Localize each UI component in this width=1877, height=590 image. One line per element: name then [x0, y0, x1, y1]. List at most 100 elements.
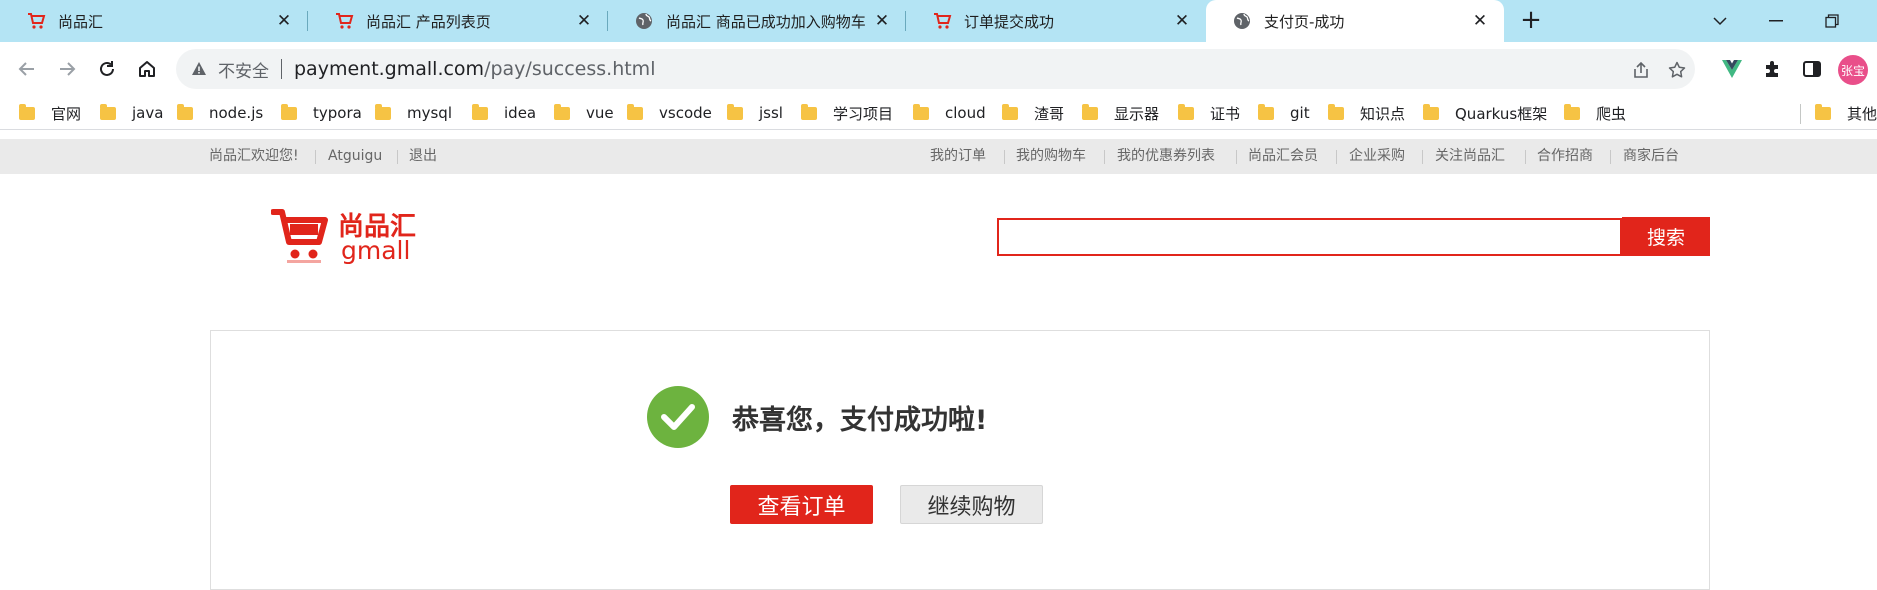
bookmark-folder[interactable]: jssl — [727, 100, 783, 126]
folder-icon — [1178, 103, 1194, 120]
star-icon[interactable] — [1666, 59, 1688, 81]
tab-title: 尚品汇 产品列表页 — [366, 12, 491, 31]
follow-link[interactable]: 关注尚品汇 — [1435, 139, 1505, 174]
bookmarks-bar: 官网 java node.js typora mysql idea vue vs… — [0, 96, 1877, 130]
divider — [281, 59, 282, 79]
logout-link[interactable]: 退出 — [409, 139, 437, 174]
bookmark-label: 官网 — [51, 104, 82, 123]
site-logo[interactable]: 尚品汇 gmall — [271, 206, 421, 266]
divider — [1236, 150, 1237, 164]
globe-icon — [634, 11, 654, 31]
check-icon — [647, 386, 709, 448]
bookmark-label: 渣哥 — [1034, 104, 1065, 123]
tab-shangpinhui[interactable]: 尚品汇 ✕ — [0, 0, 308, 42]
divider — [1004, 150, 1005, 164]
close-icon[interactable]: ✕ — [272, 9, 296, 33]
bookmark-label: idea — [504, 104, 537, 122]
bookmark-folder[interactable]: 学习项目 — [801, 100, 893, 126]
search-input[interactable] — [997, 218, 1622, 256]
my-coupons-link[interactable]: 我的优惠券列表 — [1117, 139, 1215, 174]
extensions-icon[interactable] — [1758, 55, 1786, 83]
bookmark-label: Quarkus框架 — [1455, 104, 1548, 123]
continue-shopping-button[interactable]: 继续购物 — [900, 485, 1043, 524]
divider — [1104, 150, 1105, 164]
bookmark-folder[interactable]: node.js — [177, 100, 263, 126]
forward-icon[interactable] — [53, 55, 81, 83]
bookmark-folder[interactable]: cloud — [913, 100, 986, 126]
folder-icon — [727, 103, 743, 120]
bookmark-folder[interactable]: 渣哥 — [1002, 100, 1064, 126]
bookmark-label: typora — [313, 104, 362, 122]
tab-search-icon[interactable] — [1692, 0, 1748, 42]
new-tab-button[interactable]: + — [1516, 6, 1546, 36]
tab-order-submitted[interactable]: 订单提交成功 ✕ — [906, 0, 1206, 42]
search-button[interactable]: 搜索 — [1622, 217, 1710, 256]
bookmark-folder[interactable]: 爬虫 — [1564, 100, 1626, 126]
bookmark-folder[interactable]: Quarkus框架 — [1423, 100, 1547, 126]
tab-title: 订单提交成功 — [964, 12, 1055, 31]
restore-icon[interactable] — [1804, 0, 1860, 42]
tab-payment-success[interactable]: 支付页-成功 ✕ — [1206, 0, 1504, 42]
folder-icon — [375, 103, 391, 120]
share-icon[interactable] — [1630, 59, 1652, 81]
side-panel-icon[interactable] — [1798, 55, 1826, 83]
bookmark-label: node.js — [209, 104, 264, 122]
bookmark-folder[interactable]: idea — [472, 100, 536, 126]
my-cart-link[interactable]: 我的购物车 — [1016, 139, 1086, 174]
bookmark-folder[interactable]: typora — [281, 100, 362, 126]
folder-icon — [1328, 103, 1344, 120]
bookmark-label: git — [1290, 104, 1310, 122]
bookmark-label: 其他书 — [1847, 104, 1877, 123]
bookmark-folder[interactable]: java — [100, 100, 163, 126]
bookmark-folder[interactable]: 官网 — [19, 100, 81, 126]
merchant-backend-link[interactable]: 商家后台 — [1623, 139, 1679, 174]
profile-avatar[interactable]: 张宝 — [1838, 55, 1868, 85]
close-icon[interactable]: ✕ — [870, 9, 894, 33]
security-label[interactable]: 不安全 — [218, 57, 269, 82]
bookmark-folder[interactable]: vue — [554, 100, 614, 126]
bookmark-folder[interactable]: 显示器 — [1082, 100, 1159, 126]
other-bookmarks[interactable]: 其他书 — [1815, 100, 1877, 126]
close-icon[interactable]: ✕ — [1468, 9, 1492, 33]
close-icon[interactable]: ✕ — [572, 9, 596, 33]
membership-link[interactable]: 尚品汇会员 — [1248, 139, 1318, 174]
address-bar[interactable]: 不安全 payment.gmall.com/pay/success.html — [176, 49, 1695, 89]
divider — [397, 150, 398, 164]
minimize-icon[interactable] — [1748, 0, 1804, 42]
tab-product-list[interactable]: 尚品汇 产品列表页 ✕ — [308, 0, 608, 42]
bookmark-folder[interactable]: 知识点 — [1328, 100, 1405, 126]
close-icon[interactable]: ✕ — [1170, 9, 1194, 33]
site-topbar: 尚品汇欢迎您! Atguigu 退出 我的订单 我的购物车 我的优惠券列表 尚品… — [0, 139, 1877, 174]
folder-icon — [281, 103, 297, 120]
vue-devtools-icon[interactable] — [1718, 55, 1746, 83]
tab-added-to-cart[interactable]: 尚品汇 商品已成功加入购物车 ✕ — [608, 0, 906, 42]
enterprise-purchase-link[interactable]: 企业采购 — [1349, 139, 1405, 174]
bookmark-folder[interactable]: vscode — [627, 100, 712, 126]
view-order-button[interactable]: 查看订单 — [730, 485, 873, 524]
logo-text-en: gmall — [341, 236, 411, 265]
username-link[interactable]: Atguigu — [328, 139, 382, 174]
divider — [1336, 150, 1337, 164]
url-text[interactable]: payment.gmall.com/pay/success.html — [294, 58, 655, 80]
bookmark-label: vue — [586, 104, 614, 122]
bookmark-label: java — [132, 104, 164, 122]
browser-toolbar: 不安全 payment.gmall.com/pay/success.html 张… — [0, 42, 1877, 96]
bookmark-folder[interactable]: 证书 — [1178, 100, 1240, 126]
folder-icon — [100, 103, 116, 120]
my-orders-link[interactable]: 我的订单 — [930, 139, 986, 174]
bookmark-folder[interactable]: git — [1258, 100, 1310, 126]
folder-icon — [801, 103, 817, 120]
home-icon[interactable] — [133, 55, 161, 83]
tab-title: 尚品汇 — [58, 12, 104, 31]
bookmark-label: 知识点 — [1360, 104, 1406, 123]
tab-strip: 尚品汇 ✕ 尚品汇 产品列表页 ✕ 尚品汇 商品已成功加入购物车 ✕ 订单提交成… — [0, 0, 1877, 42]
folder-icon — [1258, 103, 1274, 120]
warning-icon[interactable] — [190, 60, 208, 78]
reload-icon[interactable] — [93, 55, 121, 83]
bookmark-label: 证书 — [1210, 104, 1241, 123]
folder-icon — [627, 103, 643, 120]
partnership-link[interactable]: 合作招商 — [1537, 139, 1593, 174]
bookmark-label: jssl — [759, 104, 783, 122]
back-icon[interactable] — [13, 55, 41, 83]
bookmark-folder[interactable]: mysql — [375, 100, 452, 126]
